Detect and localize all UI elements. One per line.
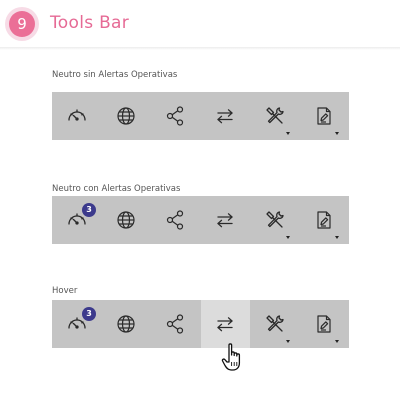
page: 9 Tools Bar Neutro sin Alertas Operativa… [0, 0, 400, 400]
globe-button[interactable] [102, 300, 152, 348]
globe-icon [115, 105, 137, 127]
transfer-arrows-icon [214, 313, 236, 335]
speedometer-icon [66, 105, 88, 127]
header-divider [0, 47, 400, 50]
share-icon [165, 209, 187, 231]
alert-count-badge: 3 [82, 307, 96, 321]
alert-count-badge: 3 [82, 203, 96, 217]
tools-icon [264, 209, 286, 231]
dropdown-caret-icon [335, 132, 339, 135]
share-icon [165, 105, 187, 127]
document-edit-icon [313, 105, 335, 127]
step-number: 9 [9, 11, 35, 37]
document-button[interactable] [300, 300, 350, 348]
document-button[interactable] [300, 92, 350, 140]
document-edit-icon [313, 313, 335, 335]
dropdown-caret-icon [335, 340, 339, 343]
toolbar-alerts: 3 [52, 196, 349, 244]
globe-button[interactable] [102, 196, 152, 244]
transfer-button[interactable] [201, 92, 251, 140]
share-button[interactable] [151, 196, 201, 244]
speedometer-button[interactable]: 3 [52, 300, 102, 348]
dropdown-caret-icon [335, 236, 339, 239]
header: 9 Tools Bar [0, 0, 400, 50]
toolbar-hover: 3 [52, 300, 349, 348]
tools-button[interactable] [250, 196, 300, 244]
dropdown-caret-icon [285, 340, 290, 343]
share-button[interactable] [151, 300, 201, 348]
toolbar-neutral [52, 92, 349, 140]
document-button[interactable] [300, 196, 350, 244]
globe-icon [115, 313, 137, 335]
transfer-arrows-icon [214, 209, 236, 231]
step-badge: 9 [5, 7, 39, 41]
tools-button[interactable] [250, 92, 300, 140]
speedometer-button[interactable] [52, 92, 102, 140]
section-label-alerts: Neutro con Alertas Operativas [52, 184, 181, 194]
share-icon [165, 313, 187, 335]
section-label-neutral: Neutro sin Alertas Operativas [52, 70, 178, 80]
section-label-hover: Hover [52, 286, 78, 296]
transfer-arrows-icon [214, 105, 236, 127]
tools-icon [264, 105, 286, 127]
document-edit-icon [313, 209, 335, 231]
share-button[interactable] [151, 92, 201, 140]
tools-icon [264, 313, 286, 335]
transfer-button[interactable] [201, 196, 251, 244]
globe-icon [115, 209, 137, 231]
hand-cursor-icon [221, 342, 247, 376]
dropdown-caret-icon [285, 132, 290, 135]
speedometer-button[interactable]: 3 [52, 196, 102, 244]
transfer-button[interactable] [200, 300, 250, 348]
dropdown-caret-icon [285, 236, 290, 239]
tools-button[interactable] [250, 300, 300, 348]
page-title: Tools Bar [50, 13, 130, 33]
globe-button[interactable] [102, 92, 152, 140]
